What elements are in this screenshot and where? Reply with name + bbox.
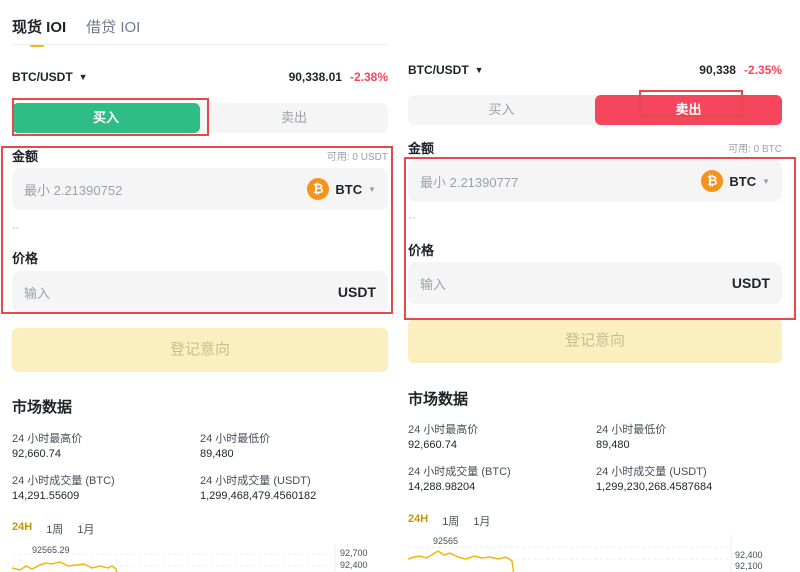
low-24h-label: 24 小时最低价: [596, 424, 667, 436]
high-24h-label: 24 小时最高价: [12, 433, 83, 445]
side-toggle: 买入 卖出: [12, 103, 388, 133]
pair-selector[interactable]: BTC/USDT: [408, 63, 469, 77]
left-trade-panel: 现货 IOI 借贷 IOI BTC/USDT ▼ 90,338.01 -2.38…: [0, 0, 400, 572]
price-input[interactable]: 输入: [24, 283, 50, 302]
high-24h-value: 92,660.74: [408, 439, 457, 451]
available-balance: 可用: 0 BTC: [728, 144, 782, 155]
price-unit: USDT: [731, 275, 770, 291]
bitcoin-icon: ₿: [307, 178, 330, 200]
price-unit: USDT: [337, 284, 376, 300]
coin-symbol: BTC: [335, 181, 363, 197]
estimate-placeholder: --: [408, 212, 416, 224]
price-change: -2.35%: [743, 63, 782, 77]
amount-label: 金额: [12, 149, 39, 164]
amount-label-row: 金额 可用: 0 BTC: [408, 138, 782, 157]
price-chart: [408, 535, 732, 572]
pair-row: BTC/USDT ▼ 90,338 -2.35%: [408, 63, 782, 77]
sell-button[interactable]: 卖出: [200, 103, 388, 133]
price-field[interactable]: 输入 USDT: [408, 262, 782, 304]
bitcoin-icon: ₿: [701, 170, 724, 192]
low-24h-label: 24 小时最低价: [200, 433, 271, 445]
ioi-tabs: 现货 IOI 借贷 IOI: [12, 16, 140, 47]
price-input[interactable]: 输入: [420, 274, 446, 293]
volume-usdt-label: 24 小时成交量 (USDT): [596, 466, 707, 478]
sell-button[interactable]: 卖出: [595, 95, 782, 125]
price-label-row: 价格: [408, 240, 782, 259]
amount-field[interactable]: 最小 2.21390777 ₿ BTC ▼: [408, 160, 782, 202]
amount-input[interactable]: 最小 2.21390777: [420, 172, 518, 191]
period-1m[interactable]: 1月: [473, 513, 490, 529]
high-24h-label: 24 小时最高价: [408, 424, 479, 436]
price-line: [12, 561, 118, 572]
buy-button[interactable]: 买入: [12, 103, 200, 133]
last-price: 90,338: [699, 63, 736, 77]
coin-selector[interactable]: ₿ BTC ▼: [307, 178, 376, 200]
register-intent-button[interactable]: 登记意向: [12, 328, 388, 372]
period-1m[interactable]: 1月: [77, 521, 94, 537]
amount-label-row: 金额 可用: 0 USDT: [12, 146, 388, 165]
period-24h[interactable]: 24H: [408, 513, 428, 529]
side-toggle: 买入 卖出: [408, 95, 782, 125]
market-data-title: 市场数据: [12, 399, 73, 416]
caret-down-icon: ▼: [368, 184, 376, 194]
period-1w[interactable]: 1周: [46, 521, 63, 537]
low-24h-value: 89,480: [200, 448, 234, 460]
pair-selector[interactable]: BTC/USDT: [12, 70, 73, 84]
price-label: 价格: [408, 243, 435, 258]
right-trade-panel: BTC/USDT ▼ 90,338 -2.35% 买入 卖出 金额 可用: 0 …: [400, 0, 800, 572]
price-label: 价格: [12, 251, 39, 266]
volume-btc-label: 24 小时成交量 (BTC): [408, 466, 511, 478]
available-balance: 可用: 0 USDT: [326, 152, 388, 163]
last-price: 90,338.01: [288, 70, 342, 84]
market-data-title: 市场数据: [408, 391, 469, 408]
volume-usdt-value: 1,299,468,479.4560182: [200, 490, 317, 502]
period-24h[interactable]: 24H: [12, 521, 32, 537]
register-intent-button[interactable]: 登记意向: [408, 319, 782, 363]
volume-btc-label: 24 小时成交量 (BTC): [12, 475, 115, 487]
period-tabs: 24H 1周 1月: [408, 513, 490, 529]
price-line: [408, 550, 515, 572]
caret-down-icon: ▼: [762, 176, 770, 186]
amount-field[interactable]: 最小 2.21390752 ₿ BTC ▼: [12, 168, 388, 210]
tab-borrow-ioi[interactable]: 借贷 IOI: [86, 16, 140, 37]
volume-usdt-value: 1,299,230,268.4587684: [596, 481, 713, 493]
price-label-row: 价格: [12, 248, 388, 267]
high-24h-value: 92,660.74: [12, 448, 61, 460]
tabs-divider: [12, 44, 388, 45]
volume-btc-value: 14,291.55609: [12, 490, 80, 502]
coin-symbol: BTC: [729, 173, 757, 189]
volume-usdt-label: 24 小时成交量 (USDT): [200, 475, 311, 487]
tab-spot-ioi[interactable]: 现货 IOI: [12, 16, 66, 47]
buy-button[interactable]: 买入: [408, 95, 595, 125]
period-tabs: 24H 1周 1月: [12, 521, 94, 537]
estimate-placeholder: --: [12, 222, 20, 234]
pair-row: BTC/USDT ▼ 90,338.01 -2.38%: [12, 70, 388, 84]
low-24h-value: 89,480: [596, 439, 630, 451]
price-change: -2.38%: [349, 70, 388, 84]
caret-down-icon[interactable]: ▼: [79, 72, 88, 82]
coin-selector[interactable]: ₿ BTC ▼: [701, 170, 770, 192]
caret-down-icon[interactable]: ▼: [475, 65, 484, 75]
period-1w[interactable]: 1周: [442, 513, 459, 529]
volume-btc-value: 14,288.98204: [408, 481, 476, 493]
price-chart: [12, 544, 336, 572]
amount-label: 金额: [408, 141, 435, 156]
amount-input[interactable]: 最小 2.21390752: [24, 180, 122, 199]
price-field[interactable]: 输入 USDT: [12, 271, 388, 313]
